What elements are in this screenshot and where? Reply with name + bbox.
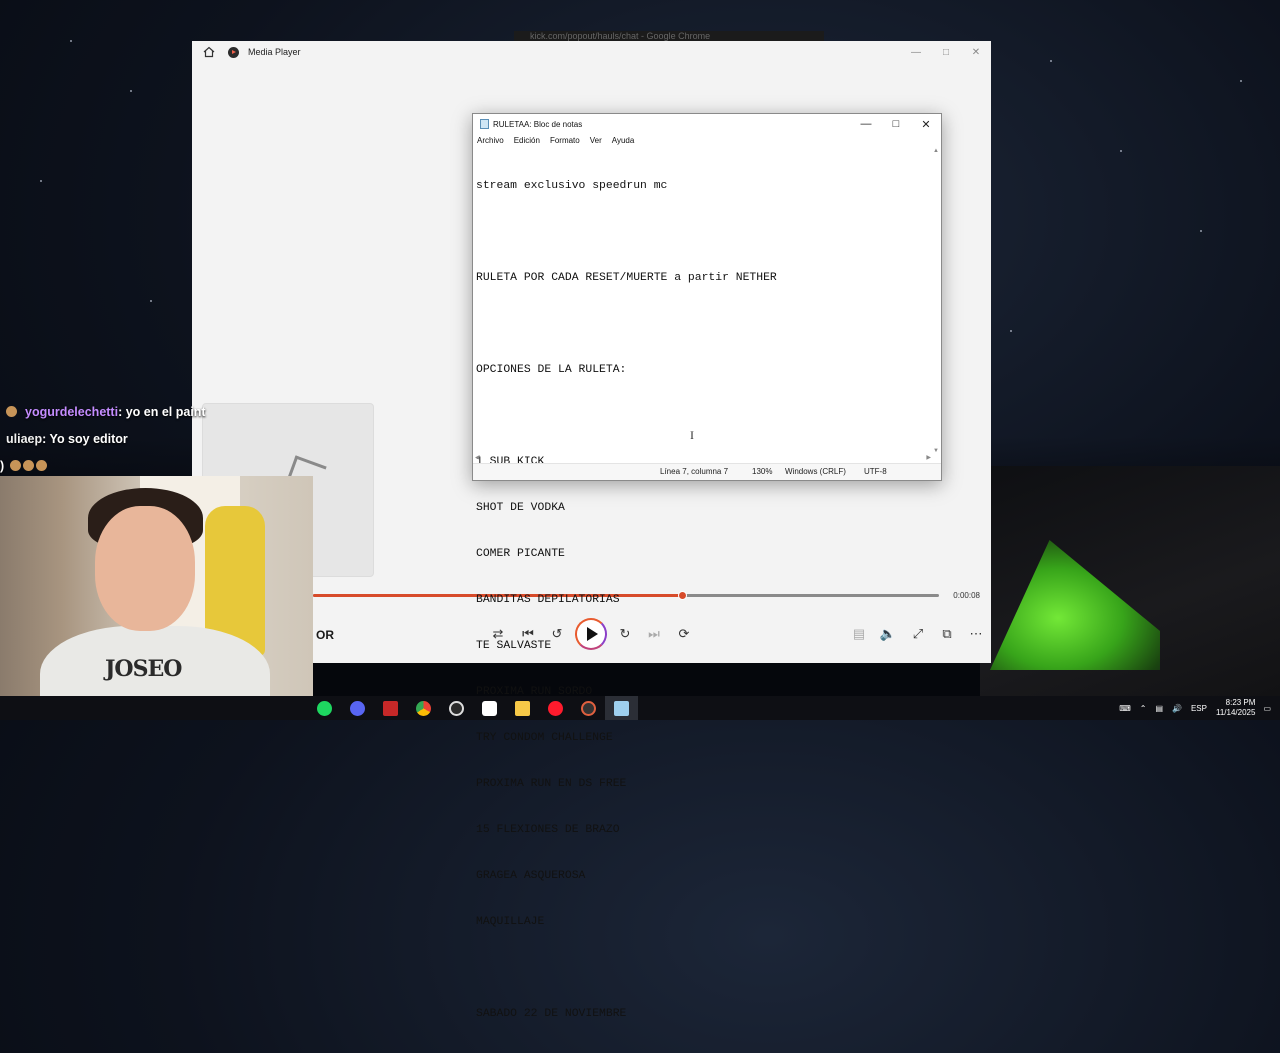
chat-emotes: ): [0, 452, 240, 479]
text-line: 15 FLEXIONES DE BRAZO: [476, 824, 620, 837]
clock-time: 8:23 PM: [1225, 698, 1256, 707]
home-icon[interactable]: [202, 45, 216, 59]
language-indicator[interactable]: ESP: [1191, 704, 1207, 713]
webcam-face: [95, 506, 195, 631]
maximize-icon[interactable]: □: [881, 114, 911, 134]
minimize-icon[interactable]: —: [851, 114, 881, 134]
menu-ver[interactable]: Ver: [590, 134, 602, 148]
chat-username: uliaep: [6, 431, 43, 446]
text-line: GRAGEA ASQUEROSA: [476, 870, 586, 883]
system-tray: ⌨ ⌃ ▤ 🔊 ESP 8:23 PM 11/14/2025 ▭: [1119, 696, 1280, 720]
shirt-print: JOSEO: [105, 656, 182, 682]
chat-fragment: ): [0, 458, 5, 473]
emote-icon: [10, 460, 22, 471]
chrome-icon[interactable]: [407, 696, 440, 720]
text-line: stream exclusivo speedrun mc: [476, 179, 668, 192]
menu-edicion[interactable]: Edición: [514, 134, 540, 148]
voice-meeter-icon[interactable]: [374, 696, 407, 720]
text-line: BANDITAS DEPILATORIAS: [476, 593, 620, 606]
text-line: [476, 317, 928, 332]
chat-text: : Yo soy editor: [42, 431, 128, 446]
chat-text: : yo en el paint: [118, 404, 206, 419]
text-line: COMER PICANTE: [476, 547, 565, 560]
webcam-overlay: JOSEO: [0, 476, 313, 720]
chat-message: yogurdelechetti : yo en el paint: [0, 398, 240, 425]
line-ending: Windows (CRLF): [785, 467, 846, 476]
taskbar: ⌨ ⌃ ▤ 🔊 ESP 8:23 PM 11/14/2025 ▭: [0, 696, 1280, 720]
media-player-icon[interactable]: [572, 696, 605, 720]
notepad-menu-bar: Archivo Edición Formato Ver Ayuda: [473, 134, 941, 148]
media-player-titlebar: Media Player: [192, 41, 991, 63]
notepad-titlebar: RULETAA: Bloc de notas — □ ✕: [473, 114, 941, 134]
more-options-icon[interactable]: ⋯: [964, 621, 988, 647]
chat-username: yogurdelechetti: [25, 404, 119, 419]
text-line: MAQUILLAJE: [476, 916, 545, 929]
scroll-down-icon[interactable]: ▼: [933, 448, 939, 454]
chevron-up-icon[interactable]: ⌃: [1140, 704, 1147, 713]
obs-icon[interactable]: [440, 696, 473, 720]
text-line: SABADO 22 DE NOVIEMBRE: [476, 1008, 627, 1021]
cursor-position: Línea 7, columna 7: [660, 467, 729, 476]
discord-icon[interactable]: [341, 696, 374, 720]
vertical-scrollbar[interactable]: ▲ ▼: [931, 148, 941, 454]
notepad-window: RULETAA: Bloc de notas — □ ✕ Archivo Edi…: [472, 113, 942, 1021]
taskbar-apps: [308, 696, 638, 720]
keyboard-icon[interactable]: ⌨: [1119, 704, 1131, 713]
zoom-level: 130%: [752, 467, 773, 476]
network-icon[interactable]: ▤: [1155, 704, 1163, 713]
chat-message: uliaep : Yo soy editor: [0, 425, 240, 452]
background-browser-title: kick.com/popout/hauls/chat - Google Chro…: [530, 31, 711, 41]
text-line: [476, 409, 928, 424]
notepad-status-bar: Línea 7, columna 7 130% Windows (CRLF) U…: [473, 463, 941, 480]
text-line: SHOT DE VODKA: [476, 501, 565, 514]
file-explorer-icon[interactable]: [506, 696, 539, 720]
notepad-window-controls: — □ ✕: [851, 114, 941, 134]
text-line: RULETA POR CADA RESET/MUERTE a partir NE…: [476, 271, 777, 284]
text-line: OPCIONES DE LA RULETA:: [476, 363, 627, 376]
menu-ayuda[interactable]: Ayuda: [612, 134, 635, 148]
opera-icon[interactable]: [539, 696, 572, 720]
close-icon[interactable]: ✕: [911, 114, 941, 134]
spotify-icon[interactable]: [308, 696, 341, 720]
notifications-icon[interactable]: ▭: [1263, 704, 1271, 713]
chat-badge-icon: [6, 406, 17, 417]
media-player-window-controls: — □ ✕: [901, 41, 991, 63]
notepad-text-area[interactable]: stream exclusivo speedrun mc RULETA POR …: [476, 148, 928, 1021]
media-player-logo-icon: [228, 46, 239, 58]
menu-archivo[interactable]: Archivo: [477, 134, 504, 148]
scroll-right-icon[interactable]: ▶: [926, 454, 931, 461]
emote-icon: [23, 460, 35, 471]
current-time: 0:00:08: [953, 591, 980, 600]
stream-chat-overlay: yogurdelechetti : yo en el paint uliaep …: [0, 398, 240, 479]
capcut-icon[interactable]: [473, 696, 506, 720]
horizontal-scrollbar[interactable]: ◀ ▶: [473, 454, 931, 462]
text-line: PROXIMA RUN EN DS FREE: [476, 778, 627, 791]
scroll-up-icon[interactable]: ▲: [933, 148, 939, 154]
mini-player-icon[interactable]: ⧉: [935, 621, 959, 647]
text-line: [476, 225, 928, 240]
text-line: TE SALVASTE: [476, 640, 552, 652]
scroll-left-icon[interactable]: ◀: [475, 454, 480, 461]
clock-date: 11/14/2025: [1215, 708, 1256, 717]
menu-formato[interactable]: Formato: [550, 134, 580, 148]
text-line: TRY CONDOM CHALLENGE: [476, 732, 613, 745]
notepad-icon[interactable]: [605, 696, 638, 720]
text-cursor-icon: I: [690, 428, 694, 442]
maximize-icon[interactable]: □: [931, 41, 961, 63]
minimize-icon[interactable]: —: [901, 41, 931, 63]
clock[interactable]: 8:23 PM 11/14/2025: [1216, 698, 1255, 718]
volume-icon[interactable]: 🔊: [1172, 704, 1182, 713]
media-player-title: Media Player: [248, 47, 301, 57]
media-name: OR: [316, 628, 334, 642]
encoding: UTF-8: [864, 467, 887, 476]
emote-icon: [36, 460, 48, 471]
text-line: [476, 961, 928, 976]
notepad-title: RULETAA: Bloc de notas: [493, 119, 583, 129]
notepad-icon: [480, 119, 489, 129]
close-icon[interactable]: ✕: [961, 41, 991, 63]
